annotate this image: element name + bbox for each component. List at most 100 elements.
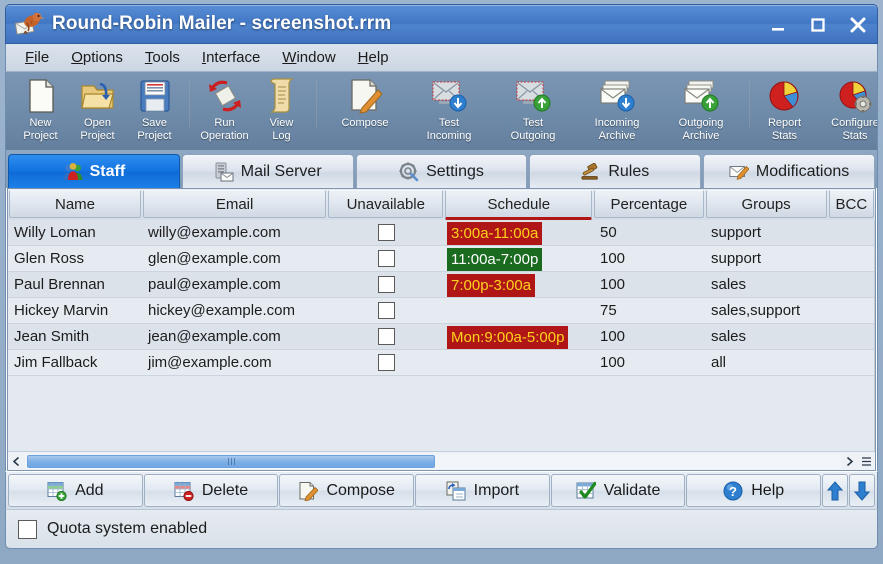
quota-system-checkbox[interactable] [18,519,37,539]
unavailable-checkbox[interactable] [378,328,395,345]
unavailable-checkbox[interactable] [378,302,395,319]
cell-percentage: 50 [594,220,705,246]
tab-label: Rules [608,162,650,180]
column-header-percentage[interactable]: Percentage [594,190,704,218]
cell-percentage: 100 [594,350,705,376]
cell-schedule: 7:00p-3:00a [445,272,594,298]
column-header-name[interactable]: Name [9,190,141,218]
toolbar-button-outgoing-archive[interactable]: Outgoing Archive [659,76,743,142]
toolbar-button-report-stats[interactable]: Report Stats [756,76,813,142]
table-row[interactable]: Paul Brennan paul@example.com 7:00p-3:00… [8,272,874,298]
cell-unavailable [328,272,445,298]
help-question-icon: ? [723,481,743,501]
cell-unavailable [328,298,445,324]
cell-groups: support [705,220,828,246]
table-row[interactable]: Hickey Marvin hickey@example.com 75 sale… [8,298,874,324]
horizontal-scrollbar[interactable] [8,451,875,470]
scroll-left-button[interactable] [8,453,25,470]
quota-system-label: Quota system enabled [47,520,208,537]
menu-bar: File Options Tools Interface Window Help [5,44,878,72]
toolbar-button-open-project[interactable]: Open Project [69,76,126,142]
toolbar-button-test-incoming[interactable]: Test Incoming [407,76,491,142]
button-label: Delete [201,481,249,499]
test-incoming-icon [429,76,469,116]
toolbar-separator [189,80,190,128]
maximize-button[interactable] [805,12,831,38]
table-row[interactable]: Willy Loman willy@example.com 3:00a-11:0… [8,220,874,246]
compose-button[interactable]: Compose [279,474,415,507]
column-header-unavailable[interactable]: Unavailable [328,190,444,218]
compose-pencil-icon [298,481,319,501]
tab-modifications[interactable]: Modifications [703,154,875,188]
toolbar-button-run-operation[interactable]: Run Operation [196,76,253,142]
cell-email: willy@example.com [142,220,328,246]
run-refresh-icon [205,76,245,116]
toolbar-button-configure-stats[interactable]: Configure Stats [813,76,877,142]
minimize-button[interactable] [765,12,791,38]
table-row[interactable]: Glen Ross glen@example.com 11:00a-7:00p … [8,246,874,272]
column-header-schedule[interactable]: Schedule [445,190,593,220]
table-row[interactable]: Jean Smith jean@example.com Mon:9:00a-5:… [8,324,874,350]
cell-groups: sales [705,324,828,350]
menu-item-tools[interactable]: Tools [134,46,191,69]
title-bar: Round-Robin Mailer - screenshot.rrm [5,4,878,44]
cell-percentage: 100 [594,324,705,350]
menu-item-help[interactable]: Help [347,46,400,69]
schedule-badge: 11:00a-7:00p [447,247,543,271]
toolbar-button-save-project[interactable]: Save Project [126,76,183,142]
toolbar-button-incoming-archive[interactable]: Incoming Archive [575,76,659,142]
toolbar-button-new-project[interactable]: New Project [12,76,69,142]
move-down-button[interactable] [849,474,876,507]
table-add-icon [47,481,67,501]
table-row[interactable]: Jim Fallback jim@example.com 100 all [8,350,874,376]
toolbar-label: Outgoing Archive [678,117,724,142]
grid-options-button[interactable] [858,453,875,470]
horizontal-scroll-thumb[interactable] [27,454,435,468]
grid-header-row: Name Email Unavailable Schedule Percenta… [8,189,875,220]
tab-staff[interactable]: Staff [8,154,180,188]
column-header-bcc[interactable]: BCC [828,190,874,218]
toolbar-label: View Log [269,117,294,142]
toolbar-label: Test Incoming [426,117,472,142]
tab-settings[interactable]: Settings [355,154,528,188]
import-button[interactable]: Import [415,474,550,507]
tab-label: Modifications [755,162,850,180]
menu-item-file[interactable]: File [14,46,60,69]
window-title: Round-Robin Mailer - screenshot.rrm [52,13,392,34]
close-button[interactable] [845,12,871,38]
move-up-button[interactable] [822,474,849,507]
menu-item-interface[interactable]: Interface [191,46,271,69]
add-button[interactable]: Add [8,474,143,507]
delete-button[interactable]: Delete [143,474,279,507]
column-header-groups[interactable]: Groups [705,190,827,218]
toolbar: New Project Open Project Save Project Ru… [5,72,878,150]
toolbar-button-view-log[interactable]: View Log [253,76,310,142]
column-header-email[interactable]: Email [142,190,327,218]
scroll-right-button[interactable] [841,453,858,470]
cell-name: Glen Ross [8,246,142,272]
gear-wrench-icon [399,162,419,182]
unavailable-checkbox[interactable] [378,276,395,293]
menu-item-window[interactable]: Window [271,46,346,69]
pie-chart-gear-icon [835,76,875,116]
schedule-badge: Mon:9:00a-5:00p [447,325,569,349]
gavel-icon [581,162,601,182]
tab-mail-server[interactable]: Mail Server [181,154,354,188]
cell-unavailable [328,324,445,350]
bird-envelope-icon [14,9,44,39]
toolbar-separator [316,80,317,128]
tab-rules[interactable]: Rules [529,154,702,188]
unavailable-checkbox[interactable] [378,354,395,371]
vertical-scrollbar[interactable] [874,220,875,451]
validate-button[interactable]: Validate [550,474,686,507]
cell-email: jean@example.com [142,324,328,350]
toolbar-button-compose[interactable]: Compose [323,76,407,130]
toolbar-button-test-outgoing[interactable]: Test Outgoing [491,76,575,142]
menu-item-options[interactable]: Options [60,46,134,69]
help-button[interactable]: ? Help [686,474,822,507]
unavailable-checkbox[interactable] [378,224,395,241]
toolbar-separator [749,80,750,128]
unavailable-checkbox[interactable] [378,250,395,267]
arrow-up-icon [825,480,845,501]
horizontal-scroll-track[interactable] [25,453,841,469]
